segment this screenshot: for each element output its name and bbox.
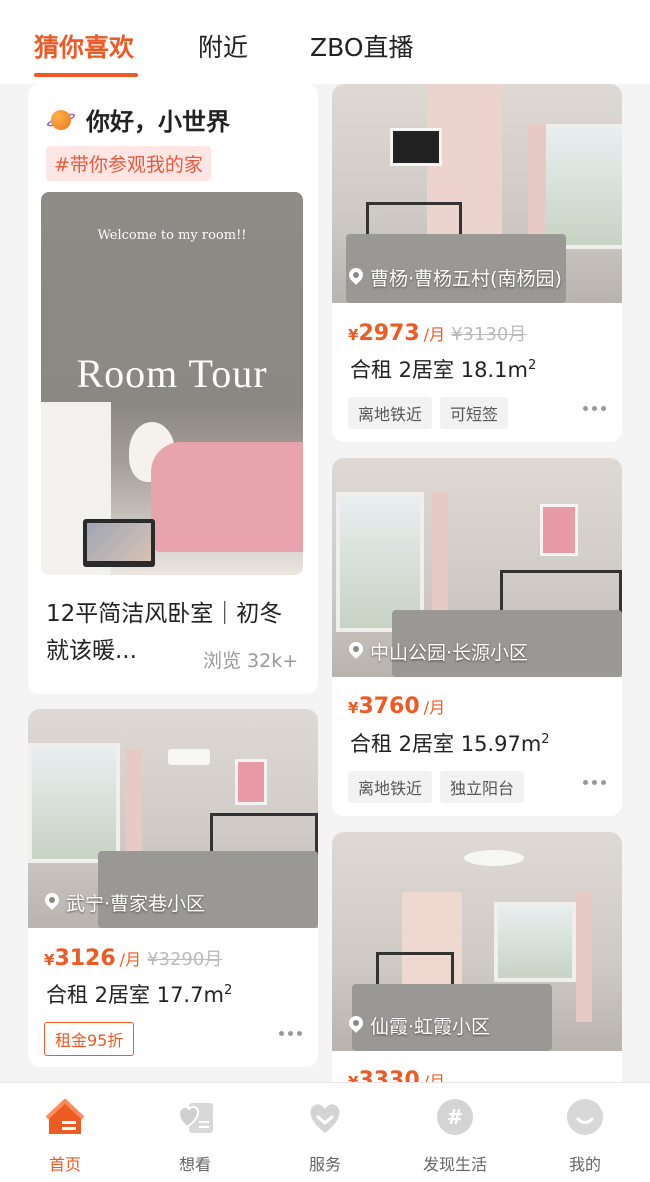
- location-pin-icon: [348, 1016, 364, 1036]
- heart-icon: [310, 1104, 340, 1133]
- listing-location: 武宁·曹家巷小区: [44, 889, 205, 916]
- spec-text: 合租 2居室 18.1m: [350, 358, 528, 382]
- nav-services-label: 服务: [308, 1155, 341, 1174]
- listing-tag: 独立阳台: [440, 771, 525, 803]
- planet-icon: [45, 105, 77, 135]
- spec-superscript: 2: [527, 358, 537, 373]
- nav-wishlist-label: 想看: [178, 1155, 211, 1174]
- room-tour-card[interactable]: 你好，小世界 #带你参观我的家 Welcome to my room!! Roo…: [28, 84, 318, 694]
- promo-image[interactable]: Welcome to my room!! Room Tour: [41, 192, 303, 575]
- promo-header: 你好，小世界: [45, 102, 230, 137]
- tab-guess-you-like[interactable]: 猜你喜欢: [34, 28, 134, 64]
- listing-photo: 仙霞·虹霞小区: [332, 832, 622, 1051]
- bottom-nav-bar: 首页 想看 服务 # 发现生活 我的: [0, 1082, 650, 1182]
- original-price: ¥3130月: [451, 324, 527, 345]
- price-row: ¥ 3126 /月 ¥3290月: [44, 945, 222, 971]
- nav-discover[interactable]: # 发现生活: [390, 1083, 520, 1182]
- original-price: ¥3290月: [147, 949, 223, 970]
- listing-spec: 合租 2居室 15.97m2: [350, 728, 550, 758]
- nav-profile[interactable]: 我的: [520, 1083, 650, 1182]
- location-pin-icon: [44, 893, 60, 913]
- photo-air-conditioner: [168, 749, 210, 765]
- tab-nearby[interactable]: 附近: [198, 28, 248, 64]
- heart-note-icon: [178, 1103, 213, 1133]
- listing-card[interactable]: 武宁·曹家巷小区 ¥ 3126 /月 ¥3290月 合租 2居室 17.7m2 …: [28, 709, 318, 1067]
- photo-ceiling-lamp: [464, 850, 524, 866]
- location-text: 曹杨·曹杨五村(南杨园): [370, 268, 562, 290]
- listing-spec: 合租 2居室 17.7m2: [46, 979, 232, 1009]
- price-unit: /月: [119, 950, 142, 969]
- svg-text:#: #: [447, 1105, 464, 1129]
- listing-location: 中山公园·长源小区: [348, 638, 528, 665]
- hashtag-icon: #: [437, 1099, 473, 1135]
- nav-home[interactable]: 首页: [0, 1083, 130, 1182]
- photo-wall-frame: [235, 759, 267, 805]
- currency-symbol: ¥: [44, 951, 55, 969]
- price-row: ¥ 3760 /月: [348, 694, 445, 719]
- promo-view-count: 浏览 32k+: [203, 650, 299, 672]
- active-tab-indicator: [34, 73, 138, 77]
- spec-superscript: 2: [223, 983, 233, 998]
- discount-tag: 租金95折: [44, 1022, 135, 1056]
- listing-tags: 离地铁近 独立阳台: [348, 771, 532, 803]
- photo-wall-frame: [390, 128, 442, 166]
- location-text: 中山公园·长源小区: [370, 642, 529, 664]
- listing-photo: 武宁·曹家巷小区: [28, 709, 318, 928]
- price-value: 2973: [358, 321, 420, 346]
- image-room-tour-text: Room Tour: [76, 351, 268, 396]
- promo-hashtag[interactable]: #带你参观我的家: [46, 146, 211, 181]
- photo-window: [28, 743, 120, 863]
- photo-curtain: [576, 892, 592, 1022]
- image-laptop: [83, 519, 155, 567]
- smile-icon: [567, 1099, 603, 1135]
- listing-location: 仙霞·虹霞小区: [348, 1012, 490, 1039]
- nav-home-label: 首页: [48, 1155, 81, 1174]
- listing-location: 曹杨·曹杨五村(南杨园): [348, 264, 562, 291]
- home-icon: [45, 1099, 85, 1134]
- more-options-icon[interactable]: [275, 1031, 302, 1036]
- spec-superscript: 2: [541, 732, 550, 747]
- image-pink-bed: [151, 442, 303, 552]
- listing-tag: 可短签: [440, 397, 509, 429]
- price-value: 3760: [358, 694, 420, 719]
- nav-discover-label: 发现生活: [422, 1155, 487, 1174]
- nav-profile-label: 我的: [568, 1155, 601, 1174]
- more-options-icon[interactable]: [579, 406, 606, 411]
- photo-window: [537, 124, 622, 249]
- top-tab-bar: 猜你喜欢 附近 ZBO直播: [0, 0, 650, 84]
- currency-symbol: ¥: [348, 326, 359, 344]
- listing-tag: 离地铁近: [348, 771, 433, 803]
- photo-window: [494, 902, 576, 982]
- listing-card[interactable]: 曹杨·曹杨五村(南杨园) ¥ 2973 /月 ¥3130月 合租 2居室 18.…: [332, 84, 622, 442]
- listing-photo: 曹杨·曹杨五村(南杨园): [332, 84, 622, 303]
- listing-tags: 租金95折: [44, 1022, 142, 1056]
- more-options-icon[interactable]: [579, 780, 606, 785]
- image-welcome-text: Welcome to my room!!: [97, 228, 247, 243]
- price-unit: /月: [423, 698, 446, 717]
- currency-symbol: ¥: [348, 699, 359, 717]
- listing-spec: 合租 2居室 18.1m2: [350, 354, 536, 384]
- spec-text: 合租 2居室 17.7m: [46, 983, 224, 1007]
- location-pin-icon: [348, 268, 364, 288]
- location-text: 仙霞·虹霞小区: [370, 1016, 491, 1038]
- photo-wall-frame: [540, 504, 578, 556]
- price-value: 3126: [54, 946, 116, 971]
- location-pin-icon: [348, 642, 364, 662]
- nav-services[interactable]: 服务: [260, 1083, 390, 1182]
- tab-zbo-live[interactable]: ZBO直播: [310, 28, 414, 64]
- promo-greeting: 你好，小世界: [86, 108, 230, 136]
- price-row: ¥ 2973 /月 ¥3130月: [348, 320, 526, 346]
- listing-tag: 离地铁近: [348, 397, 433, 429]
- listing-photo: 中山公园·长源小区: [332, 458, 622, 677]
- listing-tags: 离地铁近 可短签: [348, 397, 516, 429]
- location-text: 武宁·曹家巷小区: [66, 893, 206, 915]
- nav-wishlist[interactable]: 想看: [130, 1083, 260, 1182]
- spec-text: 合租 2居室 15.97m: [350, 732, 542, 756]
- listing-card[interactable]: 中山公园·长源小区 ¥ 3760 /月 合租 2居室 15.97m2 离地铁近 …: [332, 458, 622, 816]
- price-unit: /月: [423, 325, 446, 344]
